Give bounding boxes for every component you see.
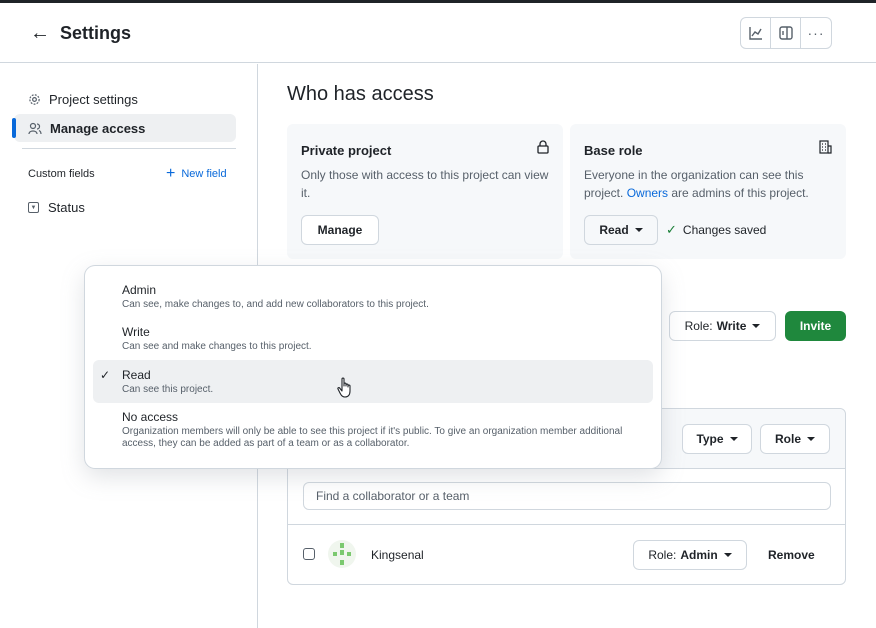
filter-label: Role [774,432,801,446]
option-description: Can see and make changes to this project… [122,341,312,352]
role-option-admin[interactable]: Admin Can see, make changes to, and add … [93,276,653,316]
people-icon [28,122,42,134]
caret-down-icon [752,324,761,328]
card-title: Private project [301,143,392,158]
more-options-button[interactable]: ··· [801,18,831,48]
role-value: Admin [680,548,718,562]
panel-icon [778,26,793,40]
plus-icon: + [166,165,176,182]
who-has-access-heading: Who has access [287,83,434,105]
collaborator-name[interactable]: Kingsenal [371,548,424,562]
sidebar-item-project-settings[interactable]: Project settings [14,85,236,113]
option-label: Write [122,325,150,339]
card-title: Base role [584,143,643,158]
more-icon: ··· [807,25,825,41]
sidebar-item-label: Project settings [49,91,138,107]
caret-down-icon [723,553,732,557]
building-icon [819,140,832,154]
role-option-read[interactable]: ✓ Read Can see this project. [93,360,653,403]
caret-down-icon [634,228,643,232]
gear-icon [29,93,40,105]
invite-button[interactable]: Invite [785,311,846,341]
card-description: Only those with access to this project c… [301,168,549,200]
chart-button[interactable] [741,18,771,48]
role-value: Write [716,319,747,333]
role-option-no-access[interactable]: No access Organization members will only… [93,405,653,459]
remove-button[interactable]: Remove [768,548,815,562]
private-project-card: Private project Only those with access t… [287,124,563,259]
new-field-label: New field [181,168,227,180]
panel-button[interactable] [771,18,801,48]
new-field-button[interactable]: + New field [166,166,227,182]
option-description: Organization members will only be able t… [122,426,623,449]
caret-down-icon [729,437,738,441]
collaborator-search-input[interactable]: Find a collaborator or a team [303,482,831,510]
role-prefix: Role: [648,548,677,562]
base-role-card: Base role Everyone in the organization c… [570,124,846,259]
back-to-settings-link[interactable]: ← Settings [30,22,131,45]
collaborator-role-dropdown[interactable]: Role: Admin [633,540,747,570]
check-icon: ✓ [666,222,677,237]
invite-role-dropdown[interactable]: Role: Write [669,311,776,341]
base-role-value: Read [599,223,629,237]
filter-label: Type [696,432,724,446]
option-label: Admin [122,283,157,297]
chart-icon [748,27,762,40]
row-divider [288,524,845,525]
base-role-menu: Admin Can see, make changes to, and add … [85,266,661,468]
owners-link[interactable]: Owners [627,186,668,200]
changes-saved-status: ✓ Changes saved [666,222,766,238]
role-prefix: Role: [684,319,713,333]
check-icon: ✓ [100,368,111,382]
option-description: Can see, make changes to, and add new co… [122,299,429,310]
caret-down-icon [807,437,815,441]
sidebar-item-label: Manage access [50,120,146,136]
sidebar-item-manage-access[interactable]: Manage access [12,114,236,142]
header-toolbar: ··· [740,17,832,49]
manage-button[interactable]: Manage [301,215,379,245]
avatar [328,540,356,568]
arrow-left-icon: ← [30,22,50,44]
saved-text: Changes saved [682,223,767,237]
type-filter-dropdown[interactable]: Type [682,424,752,454]
lock-icon [537,140,549,154]
sidebar-divider [22,148,236,149]
single-select-icon: ▼ [28,202,39,213]
row-checkbox[interactable] [303,548,315,560]
hand-pointer-icon [337,377,351,398]
option-label: Read [122,368,151,382]
option-label: No access [122,410,179,424]
page-header: ← Settings ··· [0,3,876,63]
description-text: are admins of this project. [668,186,809,200]
option-description: Can see this project. [122,384,214,395]
custom-fields-heading: Custom fields [28,168,95,180]
page-title: Settings [60,23,132,43]
role-filter-dropdown[interactable]: Role [760,424,830,454]
sidebar-item-label: Status [48,200,85,215]
role-option-write[interactable]: Write Can see and make changes to this p… [93,318,653,358]
sidebar-item-status[interactable]: ▼ Status [28,200,85,215]
card-description: Everyone in the organization can see thi… [584,166,836,202]
base-role-dropdown[interactable]: Read [584,215,658,245]
